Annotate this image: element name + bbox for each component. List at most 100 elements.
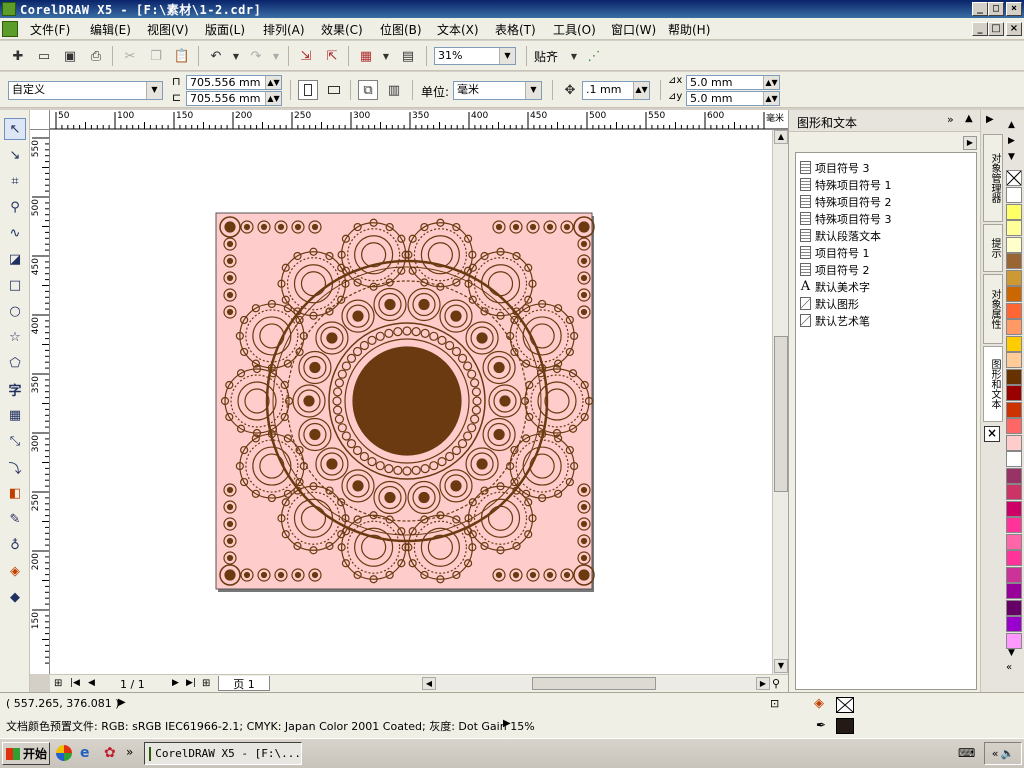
menu-help[interactable]: 帮助(H) (668, 21, 710, 38)
page-tab[interactable]: 页 1 (218, 676, 270, 691)
options-icon[interactable]: ⋰ (584, 46, 604, 66)
fill-color-none[interactable] (836, 697, 854, 713)
redo-icon[interactable]: ↷ (246, 46, 266, 66)
blend-tool-icon[interactable]: ◧ (4, 482, 26, 504)
palette-scroll-up-icon[interactable]: ▲ (1008, 120, 1015, 130)
ruler-origin[interactable] (30, 110, 50, 130)
application-launcher-icon[interactable]: ▦ (356, 46, 376, 66)
style-list-item[interactable]: 项目符号 2 (800, 261, 870, 278)
menu-window[interactable]: 窗口(W) (611, 21, 656, 38)
doc-close-button[interactable]: × (1006, 22, 1022, 36)
portrait-icon[interactable] (298, 80, 318, 100)
welcome-screen-icon[interactable]: ▤ (398, 46, 418, 66)
color-swatch[interactable] (1006, 467, 1022, 484)
dimension-tool-icon[interactable]: ⤡ (4, 430, 26, 452)
chevron-down-icon[interactable]: ▲▼ (265, 92, 281, 105)
rectangle-tool-icon[interactable]: □ (4, 274, 26, 296)
save-icon[interactable]: ▣ (60, 46, 80, 66)
doc-restore-button[interactable]: □ (988, 22, 1004, 36)
style-list-item[interactable]: 特殊项目符号 3 (800, 210, 892, 227)
color-swatch[interactable] (1006, 269, 1022, 286)
ellipse-tool-icon[interactable]: ○ (4, 300, 26, 322)
color-swatch[interactable] (1006, 220, 1022, 236)
color-swatch[interactable] (1006, 632, 1022, 649)
pick-tool-icon[interactable]: ↖ (4, 118, 26, 140)
style-list-item[interactable]: 特殊项目符号 1 (800, 176, 892, 193)
palette-expand-icon[interactable]: ▼ (1008, 152, 1015, 162)
maximize-button[interactable]: □ (988, 2, 1004, 16)
menu-text[interactable]: 文本(X) (437, 21, 479, 38)
docker-flyout-icon[interactable]: ▶ (963, 136, 977, 150)
paper-size-combo[interactable]: 自定义 ▼ (8, 81, 163, 100)
volume-icon[interactable]: 🔈 (1001, 747, 1015, 760)
smart-fill-tool-icon[interactable]: ◪ (4, 248, 26, 270)
menu-layout[interactable]: 版面(L) (205, 21, 245, 38)
chevron-down-icon[interactable]: ▲▼ (265, 76, 281, 89)
tray-expand-icon[interactable]: « (992, 747, 999, 760)
crop-tool-icon[interactable]: ⌗ (4, 170, 26, 192)
paste-icon[interactable]: 📋 (172, 46, 192, 66)
connector-tool-icon[interactable]: ⤵ (4, 456, 26, 478)
close-tab-icon[interactable]: × (984, 426, 1000, 442)
chrome-icon[interactable] (56, 745, 72, 761)
vertical-scroll-thumb[interactable] (774, 336, 788, 492)
color-swatch[interactable] (1006, 533, 1022, 550)
menu-bitmaps[interactable]: 位图(B) (380, 21, 422, 38)
document-color-profile[interactable]: 文档颜色预置文件: RGB: sRGB IEC61966-2.1; CMYK: … (6, 718, 535, 734)
color-swatch[interactable] (1006, 566, 1022, 583)
nudge-distance-input[interactable]: .1 mm ▲▼ (582, 81, 650, 100)
add-page-before-icon[interactable]: ⊞ (54, 678, 62, 689)
fill-tool-icon[interactable]: ◈ (4, 560, 26, 582)
text-tool-icon[interactable]: 字 (4, 378, 26, 400)
chevron-down-icon[interactable]: ▼ (499, 48, 515, 64)
tab-object-properties[interactable]: 对象属性 (983, 274, 1003, 344)
drawing-canvas[interactable] (50, 130, 772, 674)
snap-status-icon[interactable]: ⊡ (770, 697, 779, 710)
color-swatch[interactable] (1006, 187, 1022, 203)
menu-view[interactable]: 视图(V) (147, 21, 189, 38)
color-swatch[interactable] (1006, 434, 1022, 451)
style-list-item[interactable]: A 默认美术字 (800, 278, 870, 295)
color-swatch[interactable] (1006, 500, 1022, 517)
undo-dropdown-icon[interactable]: ▼ (226, 46, 246, 66)
basic-shapes-tool-icon[interactable]: ⬠ (4, 352, 26, 374)
eyedropper-tool-icon[interactable]: ✎ (4, 508, 26, 530)
taskbar-coreldraw[interactable]: CorelDRAW X5 - [F:\... (144, 742, 302, 765)
first-page-icon[interactable]: |◀ (70, 678, 80, 688)
quicklaunch-more-icon[interactable]: » (126, 745, 133, 759)
last-page-icon[interactable]: ▶| (186, 678, 196, 688)
import-icon[interactable]: ⇲ (296, 46, 316, 66)
table-tool-icon[interactable]: ▦ (4, 404, 26, 426)
style-list-item[interactable]: 默认段落文本 (800, 227, 881, 244)
vertical-ruler[interactable]: 550 500 450 400 350 300 250 200 150 (30, 130, 50, 674)
color-swatch[interactable] (1006, 368, 1022, 385)
style-list-item[interactable]: 项目符号 1 (800, 244, 870, 261)
cut-icon[interactable]: ✂ (120, 46, 140, 66)
tabs-scroll-icon[interactable]: ▶ (986, 114, 994, 125)
page-width-input[interactable]: 705.556 mm ▲▼ (186, 75, 282, 90)
close-button[interactable]: × (1006, 2, 1022, 16)
menu-tools[interactable]: 工具(O) (553, 21, 596, 38)
color-swatch[interactable] (1006, 302, 1022, 319)
styles-list[interactable]: 项目符号 3 特殊项目符号 1 特殊项目符号 2 特殊项目符号 3 默认段落文本 项目符号… (795, 152, 977, 690)
menu-effects[interactable]: 效果(C) (321, 21, 363, 38)
color-swatch[interactable] (1006, 352, 1022, 368)
chevron-down-icon[interactable]: ▼ (146, 82, 162, 99)
color-swatch[interactable] (1006, 286, 1022, 302)
landscape-icon[interactable] (324, 80, 344, 100)
color-swatch[interactable] (1006, 236, 1022, 253)
duplicate-y-input[interactable]: 5.0 mm ▲▼ (686, 91, 780, 106)
current-page-icon[interactable]: ▥ (384, 80, 404, 100)
all-pages-icon[interactable]: ⧉ (358, 80, 378, 100)
palette-more-icon[interactable]: « (1006, 662, 1012, 673)
units-combo[interactable]: 毫米 ▼ (453, 81, 542, 100)
polygon-tool-icon[interactable]: ☆ (4, 326, 26, 348)
zoom-level-combo[interactable]: 31% ▼ (434, 47, 516, 65)
scroll-right-icon[interactable]: ▶ (756, 677, 770, 690)
profile-expand-icon[interactable]: ▶ (503, 718, 511, 729)
redo-dropdown-icon[interactable]: ▼ (266, 46, 286, 66)
menu-edit[interactable]: 编辑(E) (90, 21, 131, 38)
spin-icon[interactable]: ▲▼ (763, 76, 779, 89)
horizontal-scroll-thumb[interactable] (532, 677, 656, 690)
freehand-tool-icon[interactable]: ∿ (4, 222, 26, 244)
